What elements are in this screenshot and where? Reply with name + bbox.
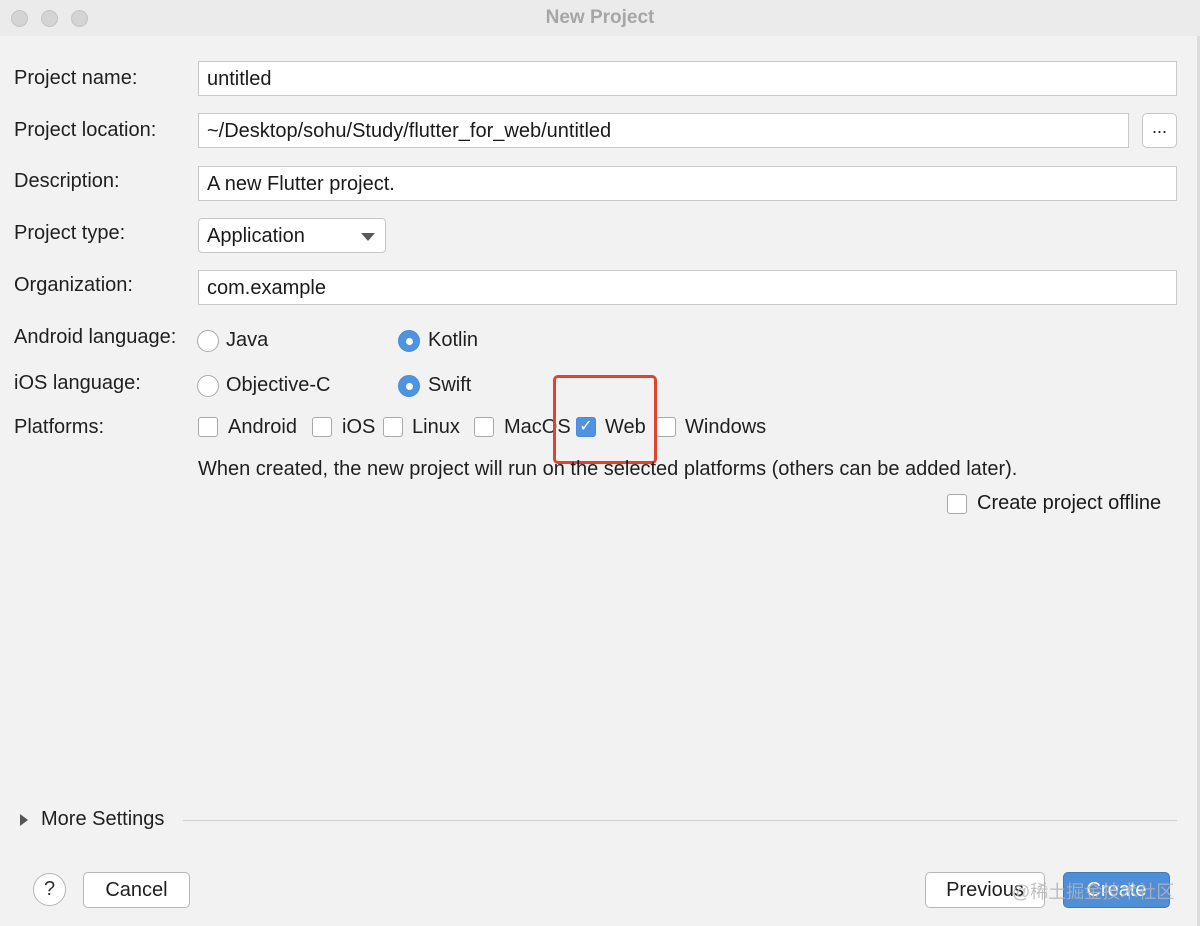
project-type-value: Application — [207, 225, 305, 247]
description-label: Description: — [14, 170, 120, 192]
more-settings-separator — [183, 820, 1177, 821]
more-settings-label: More Settings — [41, 808, 165, 830]
macos-checkbox[interactable] — [474, 417, 494, 437]
linux-checkbox-label: Linux — [412, 416, 460, 438]
organization-label: Organization: — [14, 274, 133, 296]
create-offline-checkbox[interactable] — [947, 494, 967, 514]
android-checkbox-label: Android — [228, 416, 297, 438]
organization-input[interactable]: com.example — [198, 270, 1177, 305]
ios-checkbox[interactable] — [312, 417, 332, 437]
create-offline-label: Create project offline — [977, 492, 1162, 514]
help-button[interactable]: ? — [33, 873, 66, 906]
project-location-label: Project location: — [14, 119, 157, 141]
cancel-button[interactable]: Cancel — [83, 872, 190, 908]
project-location-input[interactable]: ~/Desktop/sohu/Study/flutter_for_web/unt… — [198, 113, 1129, 148]
project-name-input[interactable]: untitled — [198, 61, 1177, 96]
java-radio[interactable] — [197, 330, 219, 352]
new-project-dialog: New Project Project name: untitled Proje… — [0, 0, 1200, 926]
project-type-select[interactable]: Application — [198, 218, 386, 253]
platforms-label: Platforms: — [14, 416, 105, 438]
windows-checkbox[interactable] — [656, 417, 676, 437]
swift-radio-label: Swift — [428, 374, 472, 396]
window-title: New Project — [545, 7, 655, 28]
browse-location-button[interactable]: ... — [1142, 113, 1177, 148]
title-bar: New Project — [0, 0, 1200, 36]
swift-radio[interactable] — [398, 375, 420, 397]
android-language-label: Android language: — [14, 326, 177, 348]
windows-checkbox-label: Windows — [685, 416, 767, 438]
platforms-note: When created, the new project will run o… — [198, 458, 1018, 480]
linux-checkbox[interactable] — [383, 417, 403, 437]
kotlin-radio[interactable] — [398, 330, 420, 352]
project-type-label: Project type: — [14, 222, 126, 244]
project-name-label: Project name: — [14, 67, 138, 89]
more-settings-toggle[interactable]: More Settings — [20, 808, 164, 831]
android-checkbox[interactable] — [198, 417, 218, 437]
objective-c-radio-label: Objective-C — [226, 374, 331, 396]
ios-language-label: iOS language: — [14, 372, 141, 394]
watermark: @稀土掘金技术社区 — [1012, 882, 1175, 902]
web-highlight-box — [553, 375, 657, 464]
disclosure-triangle-icon — [20, 813, 28, 826]
ios-checkbox-label: iOS — [342, 416, 376, 438]
chevron-down-icon — [361, 233, 375, 241]
description-input[interactable]: A new Flutter project. — [198, 166, 1177, 201]
objective-c-radio[interactable] — [197, 375, 219, 397]
java-radio-label: Java — [226, 329, 269, 351]
kotlin-radio-label: Kotlin — [428, 329, 479, 351]
